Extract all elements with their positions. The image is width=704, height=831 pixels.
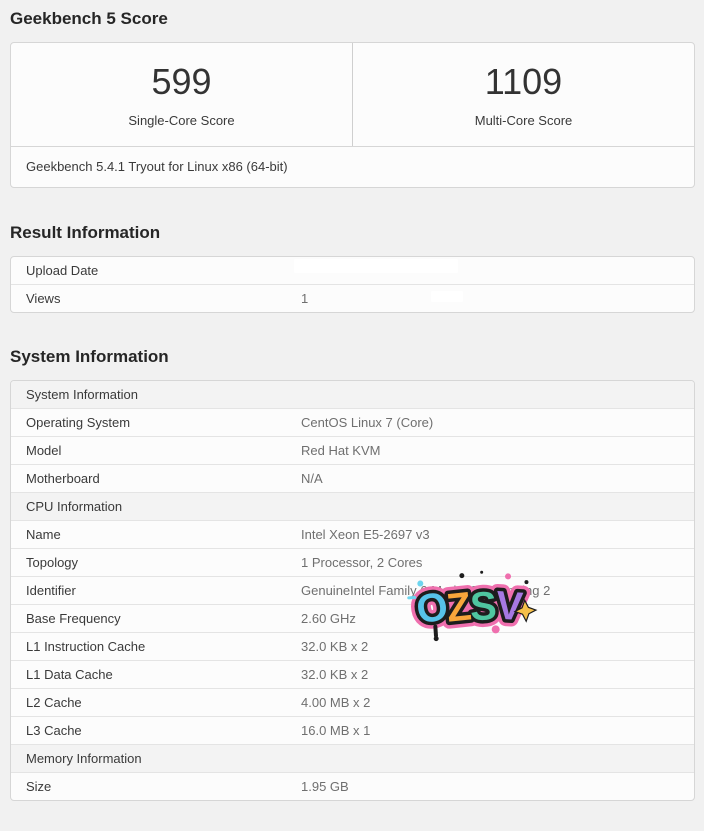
table-row: Size 1.95 GB — [11, 773, 694, 801]
table-row: Motherboard N/A — [11, 465, 694, 493]
row-value: N/A — [286, 465, 694, 493]
row-label: L2 Cache — [11, 689, 286, 717]
row-label: Base Frequency — [11, 605, 286, 633]
row-value: Red Hat KVM — [286, 437, 694, 465]
row-value: 1.95 GB — [286, 773, 694, 801]
row-value: 1 — [286, 285, 694, 313]
row-label: Upload Date — [11, 257, 286, 285]
row-value: GenuineIntel Family 6 Model 63 Stepping … — [286, 577, 694, 605]
table-row: Base Frequency 2.60 GHz — [11, 605, 694, 633]
group-header-row: System Information — [11, 381, 694, 409]
multi-core-score-value: 1109 — [485, 62, 562, 102]
row-label: L3 Cache — [11, 717, 286, 745]
result-information-title: Result Information — [10, 223, 695, 243]
row-label: L1 Data Cache — [11, 661, 286, 689]
benchmark-version: Geekbench 5.4.1 Tryout for Linux x86 (64… — [11, 147, 694, 187]
page-title: Geekbench 5 Score — [10, 9, 695, 29]
group-header-row: CPU Information — [11, 493, 694, 521]
system-information-table: System Information Operating System Cent… — [11, 381, 694, 800]
table-row: L3 Cache 16.0 MB x 1 — [11, 717, 694, 745]
table-row: Views 1 — [11, 285, 694, 313]
table-row: Topology 1 Processor, 2 Cores — [11, 549, 694, 577]
redaction-patch — [294, 259, 458, 273]
score-box: 599 Single-Core Score 1109 Multi-Core Sc… — [10, 42, 695, 188]
group-header-label: System Information — [11, 381, 694, 409]
row-value: 1 Processor, 2 Cores — [286, 549, 694, 577]
single-core-score-label: Single-Core Score — [128, 113, 234, 128]
single-core-score-value: 599 — [151, 62, 211, 102]
group-header-label: Memory Information — [11, 745, 694, 773]
table-row: L2 Cache 4.00 MB x 2 — [11, 689, 694, 717]
table-row: Identifier GenuineIntel Family 6 Model 6… — [11, 577, 694, 605]
table-row: L1 Instruction Cache 32.0 KB x 2 — [11, 633, 694, 661]
geekbench-result-page: Geekbench 5 Score 599 Single-Core Score … — [0, 0, 704, 831]
row-label: Topology — [11, 549, 286, 577]
row-label: Views — [11, 285, 286, 313]
row-label: Identifier — [11, 577, 286, 605]
row-value: 2.60 GHz — [286, 605, 694, 633]
row-value: 32.0 KB x 2 — [286, 661, 694, 689]
row-value: 32.0 KB x 2 — [286, 633, 694, 661]
system-information-title: System Information — [10, 347, 695, 367]
row-value: 16.0 MB x 1 — [286, 717, 694, 745]
group-header-row: Memory Information — [11, 745, 694, 773]
row-label: Operating System — [11, 409, 286, 437]
table-row: Name Intel Xeon E5-2697 v3 — [11, 521, 694, 549]
row-value: CentOS Linux 7 (Core) — [286, 409, 694, 437]
row-value: 4.00 MB x 2 — [286, 689, 694, 717]
multi-core-score-label: Multi-Core Score — [475, 113, 573, 128]
score-cells: 599 Single-Core Score 1109 Multi-Core Sc… — [11, 43, 694, 147]
row-label: Motherboard — [11, 465, 286, 493]
row-label: Name — [11, 521, 286, 549]
row-label: Size — [11, 773, 286, 801]
row-value: Intel Xeon E5-2697 v3 — [286, 521, 694, 549]
single-core-score-cell: 599 Single-Core Score — [11, 43, 353, 146]
group-header-label: CPU Information — [11, 493, 694, 521]
multi-core-score-cell: 1109 Multi-Core Score — [353, 43, 694, 146]
table-row: Model Red Hat KVM — [11, 437, 694, 465]
table-row: L1 Data Cache 32.0 KB x 2 — [11, 661, 694, 689]
row-label: L1 Instruction Cache — [11, 633, 286, 661]
row-label: Model — [11, 437, 286, 465]
system-information-box: System Information Operating System Cent… — [10, 380, 695, 801]
redaction-patch — [431, 291, 463, 302]
table-row: Operating System CentOS Linux 7 (Core) — [11, 409, 694, 437]
